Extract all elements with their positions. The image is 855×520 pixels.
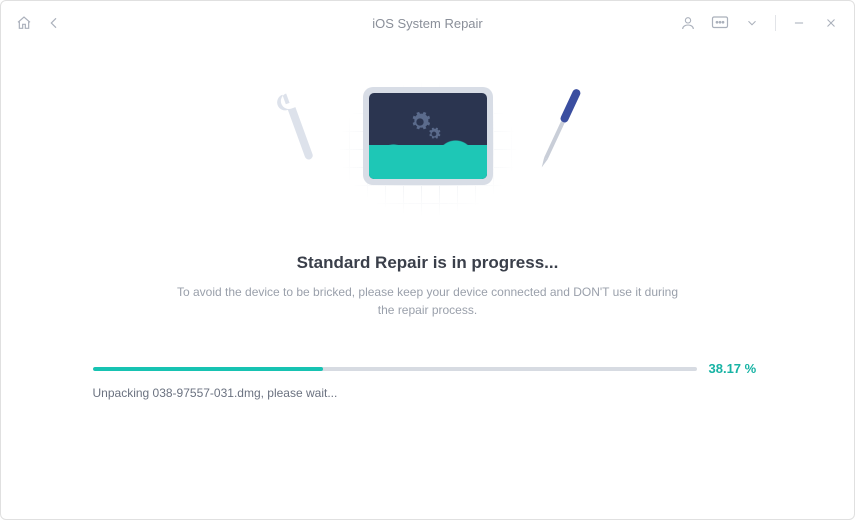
repair-illustration [313, 59, 543, 239]
close-icon[interactable] [822, 14, 840, 32]
feedback-icon[interactable] [711, 14, 729, 32]
account-icon[interactable] [679, 14, 697, 32]
home-icon[interactable] [15, 14, 33, 32]
progress-bar [93, 367, 697, 371]
progress-percent: 38.17 % [709, 361, 763, 376]
minimize-icon[interactable] [790, 14, 808, 32]
progress-area: 38.17 % [93, 361, 763, 376]
wave-graphic [369, 145, 487, 179]
main-content: Standard Repair is in progress... To avo… [1, 45, 854, 519]
progress-subtext: To avoid the device to be bricked, pleas… [168, 283, 688, 319]
progress-fill [93, 367, 324, 371]
titlebar-left [15, 14, 63, 32]
titlebar-right [679, 14, 840, 32]
app-title: iOS System Repair [372, 16, 483, 31]
titlebar: iOS System Repair [1, 1, 854, 45]
app-window: iOS System Repair [0, 0, 855, 520]
progress-heading: Standard Repair is in progress... [297, 253, 559, 273]
status-text: Unpacking 038-97557-031.dmg, please wait… [93, 386, 763, 400]
device-illustration [363, 87, 493, 185]
chevron-down-icon[interactable] [743, 14, 761, 32]
titlebar-divider [775, 15, 776, 31]
back-icon[interactable] [45, 14, 63, 32]
